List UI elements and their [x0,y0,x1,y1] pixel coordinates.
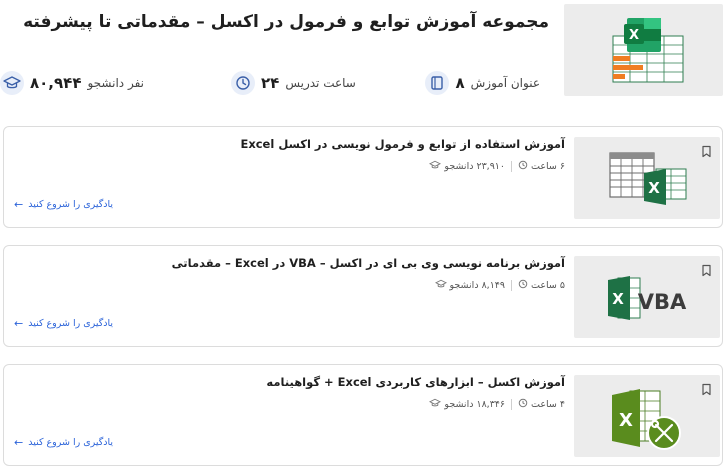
course-hours: ۶ ساعت [531,161,565,172]
students-label: نفر دانشجو [87,76,144,90]
vba-logo-text: VBA [638,290,687,314]
bookmark-icon[interactable] [701,262,712,277]
course-thumbnail[interactable]: X [574,375,720,457]
course-title[interactable]: آموزش برنامه نویسی وی بی ای در اکسل – VB… [172,256,565,270]
svg-text:X: X [629,28,639,43]
start-learning-label: یادگیری را شروع کنید [28,318,114,329]
titles-label: عنوان آموزش [470,76,540,90]
start-learning-label: یادگیری را شروع کنید [28,199,114,210]
divider [511,161,513,172]
course-thumbnail[interactable]: X VBA [574,256,720,338]
divider [511,399,513,410]
clock-icon [518,279,528,292]
arrow-left-icon: ← [14,198,24,211]
book-icon [425,71,450,95]
course-students: ۸,۱۴۹ دانشجو [449,280,506,291]
svg-text:X: X [619,410,633,431]
hours-label: ساعت تدریس [285,76,356,90]
course-meta: ۱۸,۳۴۶ دانشجو ۴ ساعت [429,398,565,411]
start-learning-link[interactable]: یادگیری را شروع کنید ← [14,436,113,449]
course-thumbnail[interactable]: X [574,137,720,219]
excel-tools-icon: X [612,389,681,450]
graduation-cap-icon [429,398,442,411]
graduation-cap-icon [429,160,442,173]
svg-text:X: X [648,179,660,197]
bookmark-icon[interactable] [701,143,712,158]
course-card[interactable]: X آموزش اکسل – ابزارهای کاربردی Excel + … [3,364,723,466]
course-meta: ۲۳,۹۱۰ دانشجو ۶ ساعت [429,160,565,173]
clock-icon [231,71,255,95]
course-students: ۱۸,۳۴۶ دانشجو [444,399,506,410]
start-learning-link[interactable]: یادگیری را شروع کنید ← [14,198,113,211]
excel-table-icon: X [609,152,687,205]
students-count: ۸۰,۹۴۴ [30,74,82,92]
clock-icon [518,160,528,173]
collection-thumbnail[interactable]: X [564,4,723,96]
graduation-cap-icon [0,71,24,95]
collection-header: X مجموعه آموزش توابع و فرمول در اکسل – م… [0,0,723,110]
start-learning-label: یادگیری را شروع کنید [28,437,114,448]
divider [511,280,513,291]
course-hours: ۵ ساعت [531,280,565,291]
bookmark-icon[interactable] [701,381,712,396]
excel-sheet-icon: X [612,18,684,83]
arrow-left-icon: ← [14,317,24,330]
course-students: ۲۳,۹۱۰ دانشجو [444,161,506,172]
course-card[interactable]: X VBA آموزش برنامه نویسی وی بی ای در اکس… [3,245,723,347]
course-meta: ۸,۱۴۹ دانشجو ۵ ساعت [434,279,565,292]
course-hours: ۴ ساعت [531,399,565,410]
clock-icon [518,398,528,411]
course-title[interactable]: آموزش اکسل – ابزارهای کاربردی Excel + گو… [266,375,565,389]
titles-count: ۸ [455,74,465,92]
stat-hours: ۲۴ ساعت تدریس [231,70,356,96]
excel-vba-icon: X VBA [608,276,687,320]
stat-titles: ۸ عنوان آموزش [425,70,540,96]
hours-count: ۲۴ [261,74,280,92]
start-learning-link[interactable]: یادگیری را شروع کنید ← [14,317,113,330]
course-card[interactable]: X آموزش استفاده از توابع و فرمول نویسی د… [3,126,723,228]
course-title[interactable]: آموزش استفاده از توابع و فرمول نویسی در … [240,137,565,151]
svg-text:X: X [612,290,624,308]
graduation-cap-icon [434,279,447,292]
stat-students: ۸۰,۹۴۴ نفر دانشجو [0,70,144,96]
arrow-left-icon: ← [14,436,24,449]
page-title: مجموعه آموزش توابع و فرمول در اکسل – مقد… [23,12,549,32]
